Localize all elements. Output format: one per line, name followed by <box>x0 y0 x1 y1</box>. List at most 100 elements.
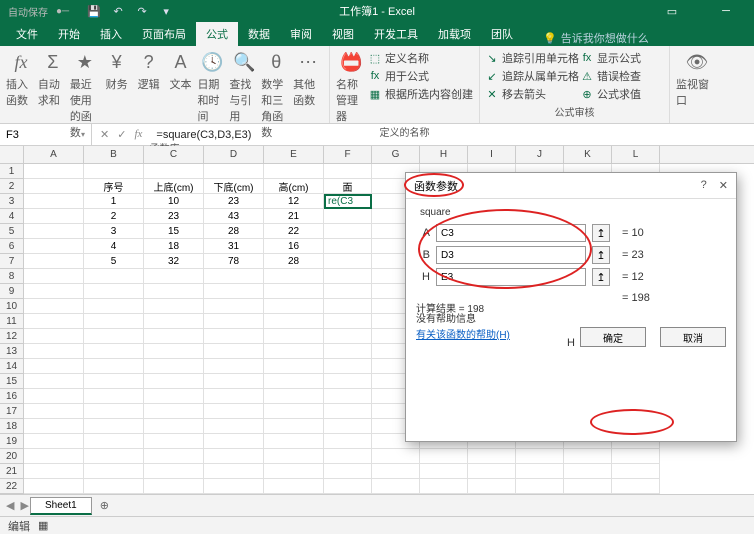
save-icon[interactable]: 💾 <box>87 4 101 18</box>
cell[interactable] <box>612 449 660 464</box>
trace-dependents-item[interactable]: ↙追踪从属单元格 <box>486 68 579 84</box>
cell[interactable] <box>144 419 204 434</box>
cell[interactable] <box>144 464 204 479</box>
cell[interactable] <box>84 299 144 314</box>
row-header[interactable]: 2 <box>0 179 24 194</box>
cell[interactable] <box>564 479 612 494</box>
cell[interactable] <box>264 329 324 344</box>
tab-addins[interactable]: 加载项 <box>428 22 481 46</box>
cell[interactable] <box>24 164 84 179</box>
cell[interactable] <box>24 479 84 494</box>
cell[interactable] <box>24 314 84 329</box>
cell[interactable] <box>24 449 84 464</box>
cell[interactable] <box>144 359 204 374</box>
formula-input[interactable]: =square(C3,D3,E3) <box>150 129 257 141</box>
row-header[interactable]: 19 <box>0 434 24 449</box>
cell[interactable] <box>144 269 204 284</box>
cell[interactable] <box>324 314 372 329</box>
cell[interactable] <box>144 284 204 299</box>
remove-arrows-item[interactable]: ✕移去箭头 <box>486 86 579 102</box>
cell[interactable]: 18 <box>144 239 204 254</box>
cell[interactable]: 3 <box>84 224 144 239</box>
show-formulas-item[interactable]: fx显示公式 <box>581 50 641 66</box>
cell[interactable] <box>264 269 324 284</box>
cell[interactable] <box>564 464 612 479</box>
cell[interactable] <box>324 254 372 269</box>
cell[interactable] <box>264 404 324 419</box>
cell[interactable]: 4 <box>84 239 144 254</box>
cell[interactable] <box>264 344 324 359</box>
cell[interactable] <box>84 404 144 419</box>
cell[interactable] <box>420 479 468 494</box>
row-header[interactable]: 22 <box>0 479 24 494</box>
tab-file[interactable]: 文件 <box>6 22 48 46</box>
col-header[interactable]: E <box>264 146 324 163</box>
cell[interactable] <box>144 164 204 179</box>
cell[interactable] <box>24 344 84 359</box>
cell[interactable] <box>420 464 468 479</box>
cell[interactable] <box>24 404 84 419</box>
cell[interactable] <box>324 164 372 179</box>
sheet-nav-prev-icon[interactable]: ◀ <box>6 499 14 512</box>
cell[interactable] <box>324 224 372 239</box>
cell[interactable] <box>144 449 204 464</box>
row-header[interactable]: 13 <box>0 344 24 359</box>
sheet-tab[interactable]: Sheet1 <box>30 497 92 515</box>
cell[interactable] <box>324 284 372 299</box>
cell[interactable] <box>144 479 204 494</box>
cell[interactable] <box>264 374 324 389</box>
cell[interactable] <box>204 374 264 389</box>
cell[interactable] <box>372 479 420 494</box>
row-header[interactable]: 16 <box>0 389 24 404</box>
cell[interactable] <box>264 314 324 329</box>
cell[interactable] <box>24 254 84 269</box>
cell[interactable] <box>324 479 372 494</box>
cell[interactable] <box>372 449 420 464</box>
cell[interactable] <box>264 419 324 434</box>
cell[interactable] <box>204 344 264 359</box>
cell[interactable] <box>84 464 144 479</box>
cell[interactable] <box>24 419 84 434</box>
row-header[interactable]: 12 <box>0 329 24 344</box>
row-header[interactable]: 10 <box>0 299 24 314</box>
cell[interactable] <box>144 389 204 404</box>
cell[interactable]: 下底(cm) <box>204 179 264 194</box>
cell[interactable]: 16 <box>264 239 324 254</box>
cell[interactable] <box>204 464 264 479</box>
cell[interactable] <box>24 464 84 479</box>
math-trig-button[interactable]: θ数学和三角函数 <box>261 50 291 140</box>
cell[interactable] <box>144 344 204 359</box>
cell[interactable] <box>144 314 204 329</box>
cell[interactable] <box>324 449 372 464</box>
minimize-icon[interactable]: ─ <box>706 5 746 18</box>
col-header[interactable]: F <box>324 146 372 163</box>
col-header[interactable]: B <box>84 146 144 163</box>
tab-pagelayout[interactable]: 页面布局 <box>132 22 196 46</box>
row-header[interactable]: 5 <box>0 224 24 239</box>
evaluate-formula-item[interactable]: ⊕公式求值 <box>581 86 641 102</box>
col-header[interactable]: L <box>612 146 660 163</box>
tab-home[interactable]: 开始 <box>48 22 90 46</box>
cell[interactable] <box>204 479 264 494</box>
cell[interactable] <box>24 194 84 209</box>
cell[interactable] <box>468 449 516 464</box>
cell[interactable] <box>324 434 372 449</box>
tell-me[interactable]: 💡 告诉我你想做什么 <box>543 30 649 46</box>
cell[interactable] <box>84 479 144 494</box>
cell[interactable] <box>516 464 564 479</box>
collapse-dialog-icon[interactable]: ↥ <box>592 246 610 264</box>
cell[interactable]: 23 <box>204 194 264 209</box>
dialog-help-icon[interactable]: ? <box>701 179 707 192</box>
cell[interactable] <box>324 374 372 389</box>
define-name-item[interactable]: ⬚定义名称 <box>369 50 473 66</box>
cell[interactable]: 10 <box>144 194 204 209</box>
cell[interactable] <box>612 464 660 479</box>
cell[interactable] <box>264 464 324 479</box>
cell[interactable]: 43 <box>204 209 264 224</box>
cell[interactable] <box>204 164 264 179</box>
trace-precedents-item[interactable]: ↘追踪引用单元格 <box>486 50 579 66</box>
ok-button[interactable]: 确定 <box>580 327 646 347</box>
cell[interactable] <box>144 299 204 314</box>
cell[interactable] <box>24 434 84 449</box>
cell[interactable]: 22 <box>264 224 324 239</box>
